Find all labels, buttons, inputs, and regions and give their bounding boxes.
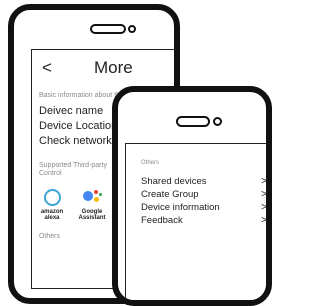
chevron-right-icon: > [261, 176, 267, 187]
google-assistant-icon [82, 189, 102, 206]
device-information-item[interactable]: Device information > [141, 202, 267, 214]
chevron-right-icon: > [261, 202, 267, 213]
feedback-item[interactable]: Feedback > [141, 215, 267, 227]
chevron-right-icon: > [261, 215, 267, 226]
chevron-right-icon: > [261, 189, 267, 200]
camera-icon [213, 117, 222, 126]
shared-devices-item[interactable]: Shared devices > [141, 176, 267, 188]
others-caption: Others [141, 160, 160, 166]
check-network-item[interactable]: Check network [39, 135, 112, 147]
front-screen: Others Shared devices > Create Group > D… [125, 143, 267, 300]
shared-devices-label: Shared devices [141, 176, 207, 187]
phone-front: Others Shared devices > Create Group > D… [112, 86, 272, 306]
speaker-icon [176, 116, 210, 127]
alexa-option[interactable]: amazon alexa [32, 189, 72, 221]
device-name-item[interactable]: Deivec name [39, 105, 103, 117]
google-dot-yellow [94, 197, 99, 202]
create-group-label: Create Group [141, 189, 199, 200]
create-group-item[interactable]: Create Group > [141, 189, 267, 201]
back-button[interactable]: < [42, 58, 52, 78]
alexa-icon [43, 189, 61, 206]
google-dot-red [94, 190, 98, 194]
google-label-line2: Assistant [78, 215, 106, 221]
speaker-icon [90, 24, 126, 34]
others-caption: Others [39, 233, 61, 240]
nav-bar: < More [42, 58, 174, 80]
third-party-caption-line2: Control [39, 170, 62, 177]
device-location-item[interactable]: Device Location [39, 120, 117, 132]
feedback-label: Feedback [141, 215, 183, 226]
camera-icon [128, 25, 136, 33]
alexa-label-line2: alexa [44, 215, 60, 221]
google-assistant-option[interactable]: Google Assistant [72, 189, 112, 221]
device-information-label: Device information [141, 202, 220, 213]
google-dot-green [99, 193, 102, 196]
google-dot-blue [83, 191, 93, 201]
page-title: More [94, 58, 133, 77]
third-party-caption-line1: Supported Third-party [39, 162, 107, 169]
